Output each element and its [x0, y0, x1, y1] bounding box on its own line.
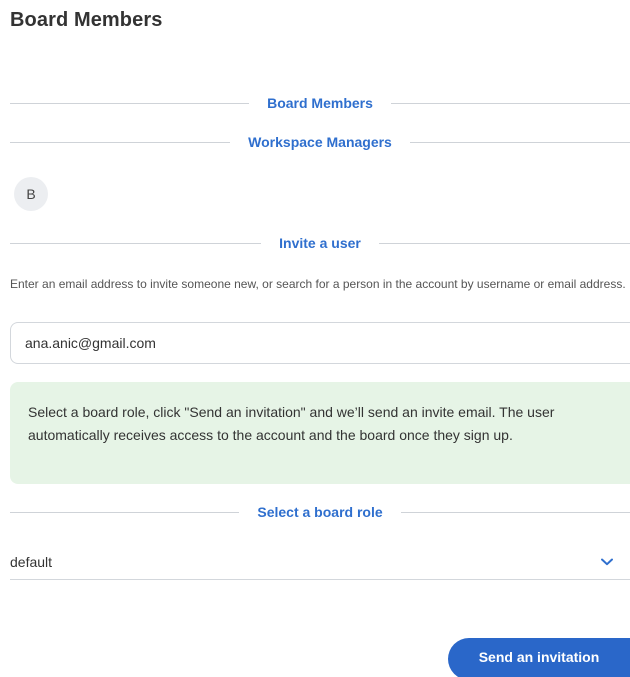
send-invitation-button[interactable]: Send an invitation: [448, 638, 630, 677]
divider-line: [390, 102, 630, 104]
section-label-workspace-managers: Workspace Managers: [248, 134, 392, 150]
chevron-down-icon: [600, 555, 614, 569]
divider-line: [10, 141, 231, 143]
board-role-value: default: [10, 553, 53, 570]
section-label-invite-user: Invite a user: [279, 235, 361, 251]
divider-line: [10, 511, 240, 513]
divider-line: [409, 141, 630, 143]
divider-line: [400, 511, 630, 513]
invitation-info-box: Select a board role, click "Send an invi…: [10, 382, 630, 484]
section-label-select-role: Select a board role: [257, 504, 383, 520]
section-divider-board-members: Board Members: [10, 93, 630, 113]
board-role-select[interactable]: default: [10, 544, 630, 580]
board-members-page: Board Members Board Members Workspace Ma…: [0, 0, 630, 677]
section-divider-workspace-managers: Workspace Managers: [10, 132, 630, 152]
section-divider-select-role: Select a board role: [10, 502, 630, 522]
page-title: Board Members: [10, 9, 163, 31]
divider-line: [378, 242, 630, 244]
email-field[interactable]: [10, 322, 630, 364]
divider-line: [10, 242, 262, 244]
avatar[interactable]: B: [14, 177, 48, 211]
section-divider-invite-user: Invite a user: [10, 233, 630, 253]
divider-line: [10, 102, 250, 104]
section-label-board-members: Board Members: [267, 95, 373, 111]
invite-help-text: Enter an email address to invite someone…: [10, 277, 626, 291]
